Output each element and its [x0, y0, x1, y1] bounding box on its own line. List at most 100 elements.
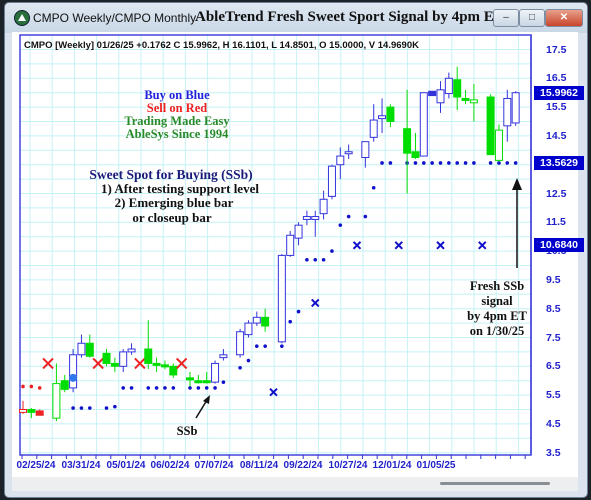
candle-body	[511, 92, 520, 124]
candle-body	[436, 89, 445, 104]
x-tick-label: 06/02/24	[150, 460, 190, 471]
x-tick-label: 02/25/24	[16, 460, 56, 471]
y-tick-label: 7.5	[546, 331, 561, 344]
candle-body	[294, 224, 303, 239]
candle-body	[311, 216, 320, 220]
candle-body	[428, 90, 437, 97]
trend-dot	[422, 161, 426, 165]
y-tick-label: 3.5	[546, 446, 561, 459]
trend-dot	[413, 161, 418, 165]
trend-dot	[204, 386, 209, 390]
ablesys-since-note: AbleSys Since 1994	[125, 127, 229, 141]
candle-body	[186, 377, 194, 381]
candle-body	[211, 362, 220, 383]
trend-dot	[188, 386, 192, 390]
candle-body	[102, 352, 111, 364]
trend-dot	[296, 309, 301, 314]
candle-body	[286, 234, 295, 256]
y-tick-label: 17.5	[546, 43, 567, 56]
trend-dot	[430, 161, 434, 165]
candle-body	[378, 115, 387, 120]
candle-body	[244, 322, 253, 336]
trend-dot	[79, 406, 84, 410]
y-tick-label: 14.5	[546, 129, 567, 142]
trend-dot	[238, 365, 242, 370]
x-tick-label: 12/01/24	[372, 460, 412, 471]
trend-dot	[313, 257, 318, 262]
ssb-rule-2: 2) Emerging blue bar	[114, 195, 234, 210]
candle-body	[152, 362, 161, 366]
candle-body	[261, 316, 270, 327]
candle-body	[85, 342, 94, 357]
fresh-ssb-note: Fresh SSb signal by 4pm ET on 1/30/25	[467, 279, 527, 339]
trend-dot	[455, 161, 460, 165]
trend-dot	[330, 249, 334, 253]
candle-body	[252, 316, 261, 324]
trend-dot	[71, 406, 75, 410]
candle-body	[453, 79, 462, 98]
fresh-line-3: by 4pm ET	[467, 309, 527, 323]
ssb-rule-3: or closeup bar	[132, 210, 212, 225]
trend-dot	[371, 185, 376, 190]
candle-body	[52, 383, 61, 419]
trend-dot	[488, 161, 493, 165]
trend-dot	[305, 257, 309, 262]
trend-dot	[146, 386, 151, 390]
trend-dot	[447, 161, 451, 165]
candle-body	[35, 410, 44, 416]
trend-dot	[196, 386, 201, 390]
candle-body	[403, 128, 412, 154]
y-tick-label: 8.5	[546, 302, 561, 315]
trend-dot	[321, 257, 326, 262]
x-tick-label: 08/11/24	[239, 460, 279, 471]
y-tick-label: 12.5	[546, 187, 567, 200]
candle-body	[160, 364, 169, 368]
trend-dot	[380, 161, 384, 165]
candle-body	[369, 119, 378, 138]
candle-body	[60, 380, 69, 390]
trend-dot	[246, 358, 251, 363]
candle-body	[194, 380, 203, 384]
trend-dot	[438, 161, 443, 165]
price-chart	[19, 34, 532, 459]
trend-dot	[280, 344, 284, 348]
candle-body	[494, 129, 503, 161]
candle-body	[336, 155, 345, 166]
trend-dot	[388, 161, 393, 165]
trend-dot	[513, 161, 518, 165]
candle-body	[127, 348, 136, 353]
trend-dot	[263, 344, 267, 348]
fresh-line-2: signal	[481, 294, 513, 308]
candle-body	[119, 351, 128, 367]
trend-dot	[104, 406, 109, 410]
candle-body	[69, 354, 78, 389]
ssb-label: SSb	[176, 424, 198, 438]
candle-body	[469, 99, 478, 104]
candle-body	[411, 151, 420, 159]
candle-body	[110, 362, 119, 367]
candle-body	[144, 348, 153, 364]
trend-dot	[213, 386, 217, 390]
candle-body	[219, 354, 228, 359]
trend-dot	[121, 386, 125, 390]
y-tick-label: 15.5	[546, 101, 567, 114]
candle-body	[202, 380, 211, 384]
stop-level-badge: 10.6840	[534, 238, 584, 252]
candle-body	[302, 216, 311, 220]
support-level-badge: 13.5629	[534, 156, 584, 170]
y-tick-label: 16.5	[546, 72, 567, 85]
last-close-badge: 15.9962	[534, 86, 584, 100]
x-tick-label: 09/22/24	[283, 460, 323, 471]
ohlc-header: CMPO [Weekly] 01/26/25 +0.1762 C 15.9962…	[24, 40, 419, 51]
candle-body	[319, 198, 328, 215]
trend-dot	[472, 161, 476, 165]
candle-body	[419, 92, 428, 157]
trend-dot	[338, 223, 343, 227]
trend-dot	[154, 386, 159, 390]
trend-dot	[254, 344, 259, 348]
trend-dot	[221, 380, 226, 384]
candle-body	[444, 77, 453, 95]
trend-dot	[21, 384, 25, 389]
y-tick-label: 9.5	[546, 273, 561, 286]
y-tick-label: 5.5	[546, 389, 561, 402]
